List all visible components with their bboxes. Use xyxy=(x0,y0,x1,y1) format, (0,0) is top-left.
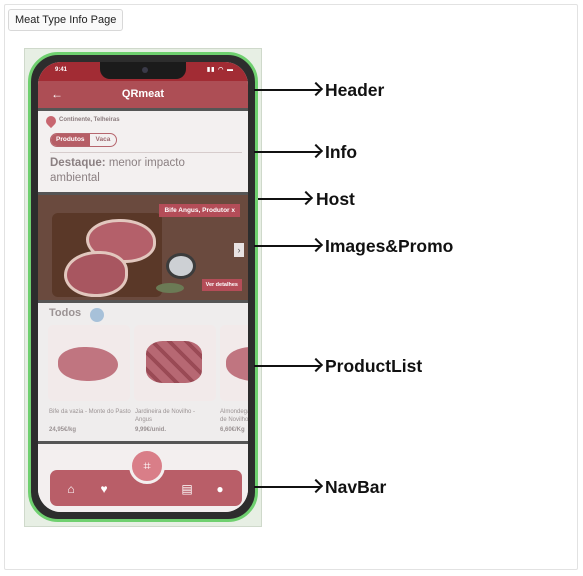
qr-scan-icon[interactable]: ⌗ xyxy=(129,448,165,484)
location-pin-icon xyxy=(43,113,59,129)
touch-indicator xyxy=(90,308,104,322)
phone-notch xyxy=(100,62,186,79)
callout-host: Host xyxy=(316,189,355,209)
callout-arrow xyxy=(254,245,320,247)
product-card[interactable] xyxy=(134,325,216,401)
callout-arrow xyxy=(258,198,310,200)
home-icon[interactable]: ⌂ xyxy=(63,482,79,496)
user-icon[interactable]: ● xyxy=(212,482,228,496)
callout-arrow xyxy=(254,486,320,488)
store-location: Continente, Telheiras xyxy=(59,117,120,123)
product-card[interactable] xyxy=(220,325,248,401)
app-title: QRmeat xyxy=(121,88,165,100)
chevron-right-icon[interactable]: › xyxy=(234,243,244,257)
products-title: Todos xyxy=(49,307,82,319)
product-card[interactable] xyxy=(48,325,130,401)
callout-arrow xyxy=(254,151,320,153)
status-bar: 9:41 ▮▮ ◠ ▬ xyxy=(38,62,248,81)
info-divider xyxy=(50,152,242,153)
product-name: Jardineira de Novilho - Angus xyxy=(135,409,196,423)
phone-screen: 9:41 ▮▮ ◠ ▬ ← QRmeat Continente, Telheir… xyxy=(38,62,248,512)
app-header: ← QRmeat xyxy=(38,81,248,108)
category-chips: Produtos Vaca xyxy=(50,133,118,147)
details-button[interactable]: Ver detalhes xyxy=(201,279,242,291)
product-name: Almondegas de Novilho xyxy=(220,409,248,423)
callout-arrow xyxy=(254,365,320,367)
product-price: 24,95€/kg xyxy=(49,427,77,433)
herb-image xyxy=(156,283,184,293)
signal-wifi-battery-icon: ▮▮ ◠ ▬ xyxy=(206,67,234,73)
promo-image-section: Bife Angus, Produtor x › Ver detalhes xyxy=(38,195,248,300)
callout-info: Info xyxy=(325,142,358,162)
news-icon[interactable]: ▤ xyxy=(179,482,195,496)
status-time: 9:41 xyxy=(55,67,68,73)
product-list-section: Todos Bife da vazia - Monte do Pasto 24,… xyxy=(38,303,248,441)
highlight-label: Destaque: xyxy=(50,157,106,169)
product-image xyxy=(146,341,202,383)
callout-header: Header xyxy=(325,80,385,100)
product-name: Bife da vazia - Monte do Pasto xyxy=(49,409,131,415)
salt-bowl-image xyxy=(166,253,196,279)
highlight-text: Destaque: menor impacto ambiental xyxy=(50,156,230,186)
product-image xyxy=(226,347,248,381)
promo-tag[interactable]: Bife Angus, Produtor x xyxy=(159,204,240,217)
camera-icon xyxy=(142,67,148,73)
product-price: 6,60€/Kg xyxy=(220,427,245,433)
product-image xyxy=(58,347,118,381)
page-label: Meat Type Info Page xyxy=(8,9,124,31)
navbar-section: ⌂ ♥ ▤ ● ⌗ xyxy=(38,444,248,512)
product-price: 9,99€/unid. xyxy=(135,427,167,433)
chip-produtos[interactable]: Produtos xyxy=(51,134,90,146)
chip-vaca[interactable]: Vaca xyxy=(90,134,117,146)
steak-image xyxy=(64,251,128,297)
callout-navbar: NavBar xyxy=(325,477,387,497)
callout-images-promo: Images&Promo xyxy=(325,236,454,256)
phone-mockup: 9:41 ▮▮ ◠ ▬ ← QRmeat Continente, Telheir… xyxy=(28,52,258,522)
heart-icon[interactable]: ♥ xyxy=(96,482,112,496)
info-section: Continente, Telheiras Produtos Vaca Dest… xyxy=(38,111,248,192)
callout-arrow xyxy=(254,89,320,91)
callout-product-list: ProductList xyxy=(325,356,423,376)
